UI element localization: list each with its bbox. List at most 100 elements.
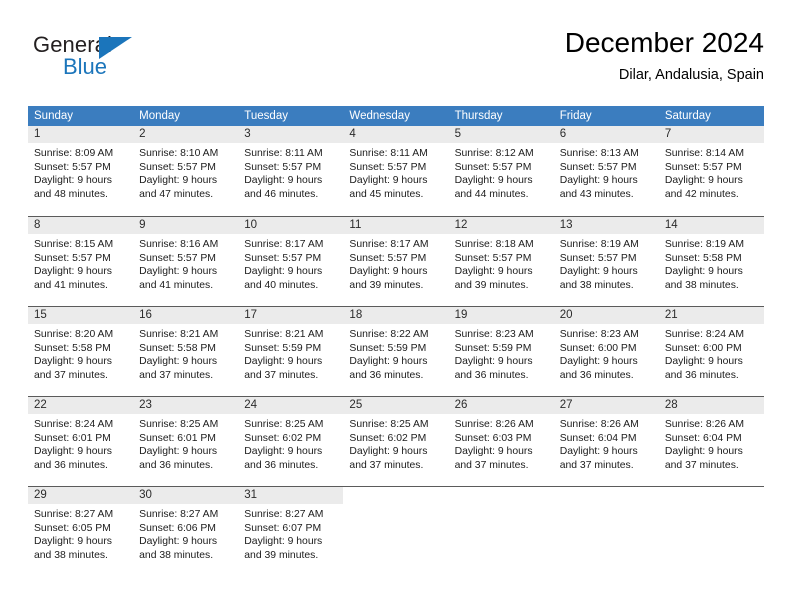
daylight-text-line1: Daylight: 9 hours [559,266,638,278]
day-info: Sunrise: 8:21 AM Sunset: 5:59 PM Daylight:… [238,324,343,382]
calendar-day-cell[interactable]: 5 Sunrise: 8:12 AM Sunset: 5:57 PM Daylight… [448,126,554,216]
calendar-day-cell[interactable]: 17 Sunrise: 8:21 AM Sunset: 5:59 PM Dayligh… [238,307,344,396]
day-number-band: 2 [133,126,239,143]
calendar-day-cell[interactable]: 16 Sunrise: 8:21 AM Sunset: 5:58 PM Dayligh… [133,307,239,396]
calendar-day-cell[interactable]: 20 Sunrise: 8:23 AM Sunset: 6:00 PM Dayligh… [553,307,659,396]
calendar-day-cell[interactable]: 2 Sunrise: 8:10 AM Sunset: 5:57 PM Daylight… [133,126,239,216]
daylight-text-line1: Daylight: 9 hours [244,356,323,368]
day-number: 25 [349,399,363,411]
calendar-day-cell[interactable]: 28 Sunrise: 8:26 AM Sunset: 6:04 PM Dayligh… [658,397,764,486]
day-number: 5 [454,128,461,140]
day-number: 12 [454,219,468,231]
calendar-week-row: 1 Sunrise: 8:09 AM Sunset: 5:57 PM Daylight… [28,126,764,216]
sunrise-text: Sunrise: 8:17 AM [349,239,429,250]
calendar-day-cell[interactable]: 24 Sunrise: 8:25 AM Sunset: 6:02 PM Dayligh… [238,397,344,486]
sunrise-text: Sunrise: 8:25 AM [349,419,429,430]
calendar-day-cell-empty [343,487,449,576]
day-info: Sunrise: 8:27 AM Sunset: 6:06 PM Daylight:… [133,504,238,562]
day-number: 7 [664,128,672,140]
daylight-text-line1: Daylight: 9 hours [664,175,743,187]
daylight-text-line2: and 37 minutes. [244,369,319,381]
day-number-band: 1 [28,126,134,143]
day-number: 15 [34,309,47,321]
calendar-day-cell[interactable]: 22 Sunrise: 8:24 AM Sunset: 6:01 PM Dayligh… [28,397,134,486]
weekday-header-sunday: Sunday [34,110,74,122]
day-info: Sunrise: 8:25 AM Sunset: 6:02 PM Daylight:… [343,414,448,472]
sunrise-text: Sunrise: 8:25 AM [244,419,324,430]
sunset-text: Sunset: 5:57 PM [139,252,216,264]
sunrise-text: Sunrise: 8:15 AM [34,239,114,250]
sunset-text: Sunset: 5:57 PM [664,161,742,173]
day-info: Sunrise: 8:24 AM Sunset: 6:00 PM Daylight:… [659,324,764,382]
calendar-day-cell[interactable]: 9 Sunrise: 8:16 AM Sunset: 5:57 PM Daylight… [133,217,239,306]
calendar-day-cell[interactable]: 23 Sunrise: 8:25 AM Sunset: 6:01 PM Dayligh… [133,397,239,486]
calendar-day-cell[interactable]: 7 Sunrise: 8:14 AM Sunset: 5:57 PM Daylight… [658,126,764,216]
daylight-text-line1: Daylight: 9 hours [34,356,112,368]
calendar-day-cell[interactable]: 8 Sunrise: 8:15 AM Sunset: 5:57 PM Daylight… [28,217,134,306]
day-info: Sunrise: 8:24 AM Sunset: 6:01 PM Daylight:… [28,414,133,472]
day-number-band: 16 [133,307,239,324]
brand-logo[interactable]: General Blue [33,32,213,88]
weekday-header-tuesday: Tuesday [244,110,288,122]
sunset-text: Sunset: 5:58 PM [139,342,216,354]
day-number-band: 12 [448,217,554,234]
day-number-band: 20 [553,307,659,324]
calendar-day-cell[interactable]: 3 Sunrise: 8:11 AM Sunset: 5:57 PM Daylight… [238,126,344,216]
day-number-band: 13 [553,217,659,234]
day-number: 16 [139,309,152,321]
calendar-day-cell[interactable]: 29 Sunrise: 8:27 AM Sunset: 6:05 PM Dayligh… [28,487,134,576]
day-number-band: 6 [553,126,659,143]
sunrise-text: Sunrise: 8:23 AM [559,329,639,340]
sunrise-text: Sunrise: 8:16 AM [139,239,219,250]
calendar-day-cell[interactable]: 13 Sunrise: 8:19 AM Sunset: 5:57 PM Dayligh… [553,217,659,306]
calendar-day-cell[interactable]: 30 Sunrise: 8:27 AM Sunset: 6:06 PM Dayligh… [133,487,239,576]
calendar-day-cell[interactable]: 6 Sunrise: 8:13 AM Sunset: 5:57 PM Daylight… [553,126,659,216]
calendar-day-cell[interactable]: 31 Sunrise: 8:27 AM Sunset: 6:07 PM Dayligh… [238,487,344,576]
day-number: 21 [664,309,678,321]
sunset-text: Sunset: 5:59 PM [349,342,427,354]
day-info: Sunrise: 8:14 AM Sunset: 5:57 PM Daylight:… [659,143,764,201]
sunset-text: Sunset: 5:59 PM [244,342,322,354]
calendar-day-cell[interactable]: 1 Sunrise: 8:09 AM Sunset: 5:57 PM Daylight… [28,126,134,216]
sunrise-text: Sunrise: 8:17 AM [244,239,324,250]
day-number-band: 29 [28,487,134,504]
calendar-day-cell[interactable]: 14 Sunrise: 8:19 AM Sunset: 5:58 PM Dayligh… [658,217,764,306]
calendar-day-cell[interactable]: 27 Sunrise: 8:26 AM Sunset: 6:04 PM Dayligh… [553,397,659,486]
sunset-text: Sunset: 5:57 PM [454,252,532,264]
day-number-band: 28 [658,397,764,414]
day-info: Sunrise: 8:26 AM Sunset: 6:03 PM Daylight:… [449,414,554,472]
daylight-text-line1: Daylight: 9 hours [244,446,323,458]
daylight-text-line2: and 36 minutes. [139,459,214,471]
daylight-text-line1: Daylight: 9 hours [139,266,218,278]
daylight-text-line1: Daylight: 9 hours [664,266,743,278]
calendar-day-cell[interactable]: 25 Sunrise: 8:25 AM Sunset: 6:02 PM Dayligh… [343,397,449,486]
weekday-header-saturday: Saturday [664,110,711,122]
calendar-day-cell[interactable]: 18 Sunrise: 8:22 AM Sunset: 5:59 PM Dayligh… [343,307,449,396]
calendar-day-cell[interactable]: 10 Sunrise: 8:17 AM Sunset: 5:57 PM Dayligh… [238,217,344,306]
sunrise-text: Sunrise: 8:26 AM [664,419,744,430]
day-number-band [658,487,764,504]
day-info: Sunrise: 8:26 AM Sunset: 6:04 PM Daylight:… [659,414,764,472]
daylight-text-line1: Daylight: 9 hours [559,446,638,458]
calendar-day-cell[interactable]: 4 Sunrise: 8:11 AM Sunset: 5:57 PM Daylight… [343,126,449,216]
day-info: Sunrise: 8:16 AM Sunset: 5:57 PM Daylight:… [133,234,238,292]
day-number-band: 23 [133,397,239,414]
daylight-text-line1: Daylight: 9 hours [559,356,638,368]
weekday-header-monday: Monday [139,110,181,122]
calendar-day-cell[interactable]: 15 Sunrise: 8:20 AM Sunset: 5:58 PM Dayligh… [28,307,134,396]
day-info: Sunrise: 8:11 AM Sunset: 5:57 PM Daylight:… [343,143,448,201]
calendar-day-cell[interactable]: 26 Sunrise: 8:26 AM Sunset: 6:03 PM Dayligh… [448,397,554,486]
day-number: 6 [559,128,567,140]
calendar-day-cell[interactable]: 11 Sunrise: 8:17 AM Sunset: 5:57 PM Dayligh… [343,217,449,306]
daylight-text-line2: and 45 minutes. [349,188,424,200]
sunset-text: Sunset: 5:59 PM [454,342,532,354]
calendar-day-cell[interactable]: 19 Sunrise: 8:23 AM Sunset: 5:59 PM Dayligh… [448,307,554,396]
calendar-day-cell[interactable]: 12 Sunrise: 8:18 AM Sunset: 5:57 PM Dayligh… [448,217,554,306]
calendar-day-cell[interactable]: 21 Sunrise: 8:24 AM Sunset: 6:00 PM Dayligh… [658,307,764,396]
day-number: 10 [244,219,258,231]
day-number: 22 [34,399,47,411]
daylight-text-line1: Daylight: 9 hours [139,356,218,368]
daylight-text-line2: and 41 minutes. [139,279,214,291]
day-info: Sunrise: 8:19 AM Sunset: 5:58 PM Daylight:… [659,234,764,292]
daylight-text-line2: and 37 minutes. [34,369,108,381]
